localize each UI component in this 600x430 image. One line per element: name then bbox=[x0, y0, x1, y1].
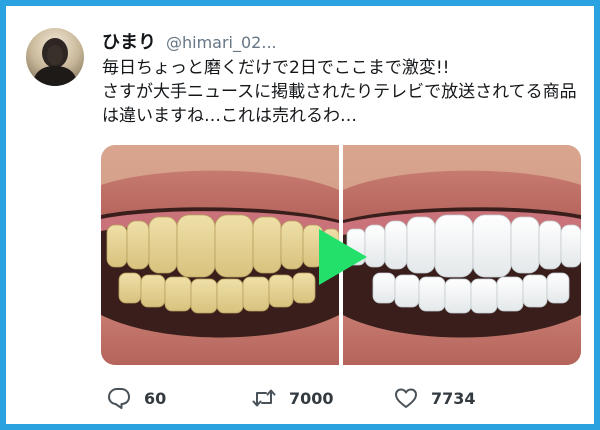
teeth-comparison-image bbox=[101, 145, 581, 365]
reply-button[interactable]: 60 bbox=[106, 384, 166, 412]
reply-count: 60 bbox=[144, 388, 167, 408]
like-button[interactable]: 7734 bbox=[393, 384, 476, 412]
display-name[interactable]: ひまり bbox=[102, 28, 156, 54]
after-photo bbox=[343, 145, 581, 365]
like-count: 7734 bbox=[431, 388, 476, 408]
before-photo bbox=[101, 145, 339, 365]
tweet-header: ひまり @himari_02... bbox=[102, 28, 277, 54]
tweet-card: ひまり @himari_02... 毎日ちょっと磨くだけで2日でここまで激変!!… bbox=[0, 0, 600, 430]
tweet-media[interactable] bbox=[101, 145, 581, 365]
retweet-count: 7000 bbox=[289, 388, 334, 408]
retweet-button[interactable]: 7000 bbox=[251, 384, 334, 412]
tweet-text: 毎日ちょっと磨くだけで2日でここまで激変!! さすが大手ニュースに掲載されたりテ… bbox=[102, 58, 577, 126]
user-handle[interactable]: @himari_02... bbox=[166, 33, 277, 52]
avatar-image bbox=[26, 28, 84, 86]
reply-bubble-icon bbox=[106, 385, 132, 411]
avatar[interactable] bbox=[26, 28, 84, 86]
tweet-actions: 60 7000 7734 bbox=[106, 384, 526, 412]
retweet-icon bbox=[251, 385, 277, 411]
heart-icon bbox=[393, 385, 419, 411]
